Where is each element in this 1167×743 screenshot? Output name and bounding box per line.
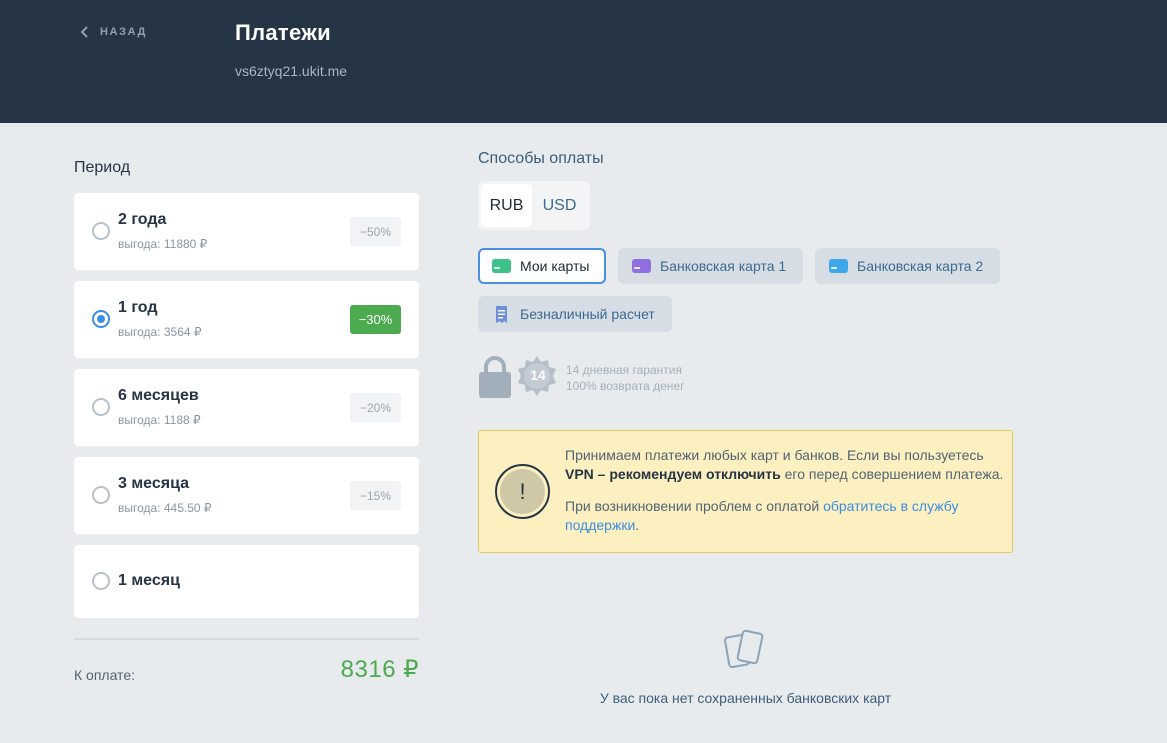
period-saving: выгода: 1188 ₽ [118, 413, 201, 427]
currency-usd-button[interactable]: USD [534, 184, 585, 227]
currency-rub-button[interactable]: RUB [481, 184, 532, 227]
radio-button[interactable] [92, 222, 110, 240]
method-bank-card-1[interactable]: Банковская карта 1 [618, 248, 803, 284]
chip-label: Банковская карта 1 [660, 258, 787, 274]
radio-button[interactable] [92, 486, 110, 504]
notice-paragraph-vpn: Принимаем платежи любых карт и банков. Е… [565, 447, 1004, 482]
payment-notice: ! Принимаем платежи любых карт и банков.… [478, 430, 1013, 553]
radio-button[interactable] [92, 572, 110, 590]
card-blue-icon [829, 259, 848, 273]
back-link[interactable]: НАЗАД [80, 26, 147, 38]
empty-cards-text: У вас пока нет сохраненных банковских ка… [599, 690, 892, 706]
cards-empty-icon [724, 629, 764, 669]
chip-label: Безналичный расчет [520, 306, 655, 322]
period-name: 1 год [118, 299, 158, 316]
money-back-guarantee: 14 14 дневная гарантия 100% возврата ден… [478, 355, 718, 400]
discount-badge: −20% [350, 393, 401, 422]
radio-button[interactable] [92, 398, 110, 416]
period-saving: выгода: 445.50 ₽ [118, 501, 212, 515]
chip-label: Банковская карта 2 [857, 258, 984, 274]
period-heading: Период [74, 159, 131, 176]
period-option-1-year[interactable]: 1 год выгода: 3564 ₽ −30% [74, 281, 419, 358]
card-purple-icon [632, 259, 651, 273]
warning-icon: ! [495, 464, 550, 519]
method-bank-card-2[interactable]: Банковская карта 2 [815, 248, 1000, 284]
payment-methods-heading: Способы оплаты [478, 150, 604, 167]
guarantee-line-2: 100% возврата денег [566, 379, 685, 393]
page-header: НАЗАД Платежи vs6ztyq21.ukit.me [0, 0, 1167, 123]
discount-badge: −30% [350, 305, 401, 334]
period-name: 2 года [118, 211, 167, 228]
notice-paragraph-support: При возникновении проблем с оплатой обра… [565, 498, 959, 533]
period-option-6-months[interactable]: 6 месяцев выгода: 1188 ₽ −20% [74, 369, 419, 446]
back-label: НАЗАД [100, 26, 147, 38]
method-bank-transfer[interactable]: Безналичный расчет [478, 296, 672, 332]
discount-badge: −15% [350, 481, 401, 510]
lock-icon [479, 356, 511, 398]
radio-button[interactable] [92, 310, 110, 328]
total-amount: 8316 ₽ [340, 656, 419, 683]
card-green-icon [492, 259, 511, 273]
period-name: 3 месяца [118, 475, 190, 492]
discount-badge: −50% [350, 217, 401, 246]
guarantee-days: 14 [530, 367, 546, 383]
period-name: 6 месяцев [118, 387, 199, 404]
period-option-2-years[interactable]: 2 года выгода: 11880 ₽ −50% [74, 193, 419, 270]
currency-toggle: RUB USD [478, 181, 590, 230]
chevron-left-icon [80, 26, 88, 38]
guarantee-line-1: 14 дневная гарантия [566, 363, 682, 377]
period-option-3-months[interactable]: 3 месяца выгода: 445.50 ₽ −15% [74, 457, 419, 534]
chip-label: Мои карты [520, 258, 590, 274]
period-option-1-month[interactable]: 1 месяц [74, 545, 419, 618]
method-my-cards[interactable]: Мои карты [478, 248, 606, 284]
page-title: Платежи [235, 20, 331, 45]
vpn-warning: VPN – рекомендуем отключить [565, 466, 781, 482]
site-url: vs6ztyq21.ukit.me [235, 63, 348, 79]
period-name: 1 месяц [118, 572, 180, 589]
total-label: К оплате: [74, 667, 135, 683]
period-saving: выгода: 3564 ₽ [118, 325, 202, 339]
invoice-icon [496, 305, 507, 323]
period-saving: выгода: 11880 ₽ [118, 237, 208, 251]
divider [74, 638, 419, 640]
